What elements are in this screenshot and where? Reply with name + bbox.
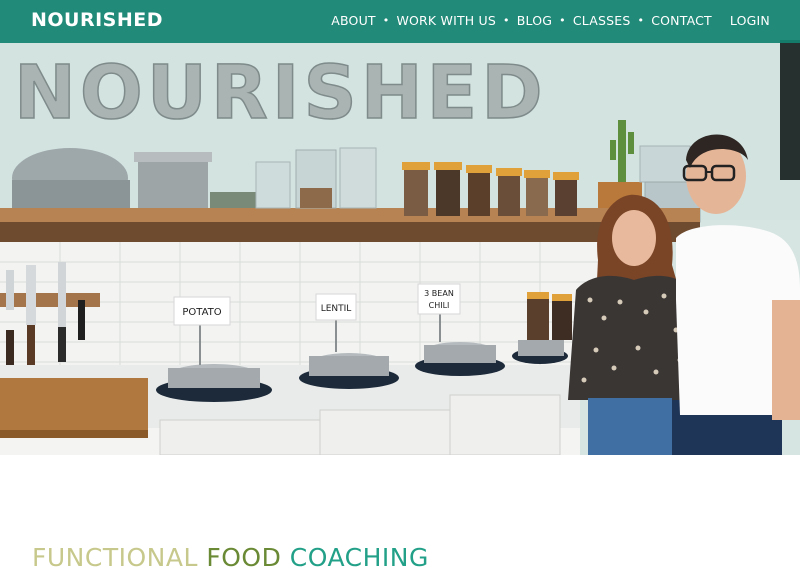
nav-item-about[interactable]: ABOUT [331, 13, 376, 28]
kitchen-photo: NOURISHED POTATO LENTIL 3 BEAN CHILI [0, 0, 800, 455]
nav-separator-dot: • [503, 14, 510, 27]
top-navbar: NOURISHED ABOUT • WORK WITH US • BLOG • … [0, 0, 800, 43]
tagline-word-functional: FUNCTIONAL [32, 543, 198, 572]
nav-item-work-with-us[interactable]: WORK WITH US [396, 13, 496, 28]
nav-separator-dot: • [637, 14, 645, 27]
sign-lentil: LENTIL [315, 293, 357, 321]
tagline-word-food: FOOD [206, 543, 282, 572]
sign-potato: POTATO [173, 296, 231, 326]
svg-text:LENTIL: LENTIL [321, 304, 352, 314]
sign-chili: 3 BEAN CHILI [417, 283, 461, 315]
nav-menu: ABOUT • WORK WITH US • BLOG • CLASSES • … [331, 13, 770, 28]
nav-item-contact[interactable]: CONTACT [651, 13, 712, 28]
tagline-word-coaching: COACHING [289, 543, 429, 572]
nav-item-blog[interactable]: BLOG [517, 13, 552, 28]
svg-text:CHILI: CHILI [429, 301, 450, 310]
nav-item-classes[interactable]: CLASSES [573, 13, 631, 28]
wall-lettering: NOURISHED [14, 50, 547, 136]
nav-separator-dot: • [559, 14, 566, 27]
nav-item-login[interactable]: LOGIN [730, 13, 770, 28]
hero-image: NOURISHED POTATO LENTIL 3 BEAN CHILI NOU… [0, 0, 800, 455]
brand-logo[interactable]: NOURISHED [31, 9, 163, 31]
page-tagline: FUNCTIONAL FOOD COACHING [32, 543, 429, 572]
svg-text:3 BEAN: 3 BEAN [424, 289, 454, 298]
svg-text:POTATO: POTATO [182, 307, 221, 318]
nav-separator-dot: • [382, 14, 390, 27]
